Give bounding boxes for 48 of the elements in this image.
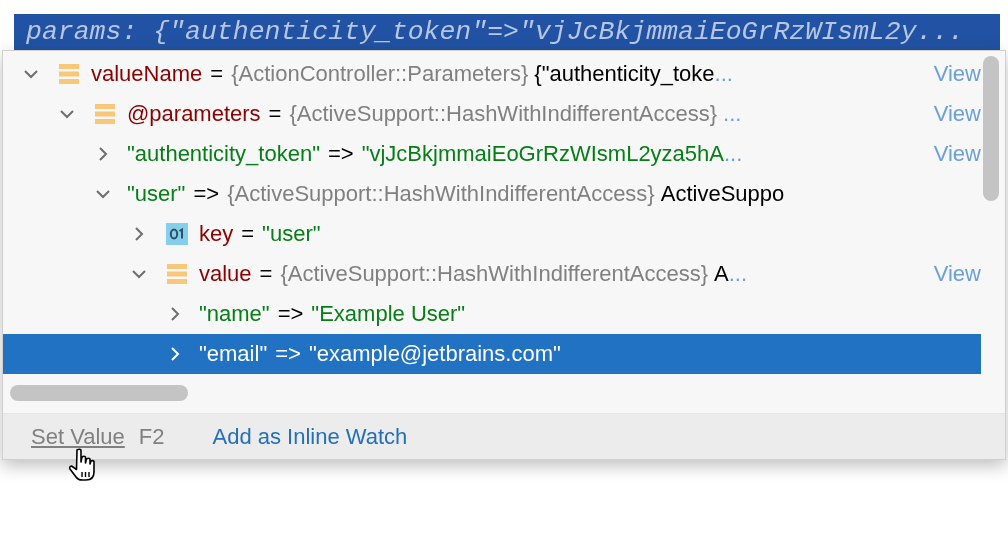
tree-row[interactable]: @parameters = {ActiveSupport::HashWithIndifferentAccess} ... View bbox=[3, 94, 981, 134]
operator-text: => bbox=[193, 181, 220, 207]
variable-name: "email" bbox=[199, 341, 268, 367]
operator-text: = bbox=[268, 101, 282, 127]
tree-row[interactable]: "email" => "example@jetbrains.com" bbox=[3, 334, 981, 374]
value-text: A bbox=[714, 261, 729, 287]
operator-text: => bbox=[275, 341, 301, 367]
tree-row[interactable]: key = "user" bbox=[3, 214, 981, 254]
vertical-scrollbar[interactable] bbox=[983, 56, 999, 201]
operator-text: => bbox=[327, 141, 354, 167]
value-text: {"authenticity_toke bbox=[534, 61, 715, 87]
tree-row[interactable]: "name" => "Example User" bbox=[3, 294, 981, 334]
object-icon bbox=[94, 103, 116, 125]
operator-text: => bbox=[277, 301, 304, 327]
variable-name: @parameters bbox=[127, 101, 261, 127]
type-label: {ActiveSupport::HashWithIndifferentAccess} bbox=[280, 261, 709, 287]
ellipsis-text: ... bbox=[714, 61, 733, 87]
ellipsis-text: ... bbox=[724, 141, 743, 167]
ellipsis-text: ... bbox=[723, 101, 742, 127]
value-text: "vjJcBkjmmaiEoGrRzWIsmL2yza5hA bbox=[361, 141, 724, 167]
variable-name: "user" bbox=[127, 181, 186, 207]
value-text: "user" bbox=[262, 221, 321, 247]
tree-row[interactable]: "authenticity_token" => "vjJcBkjmmaiEoGrRzWIsmL2yza5hA... View bbox=[3, 134, 981, 174]
variable-name: key bbox=[199, 221, 234, 247]
type-label: {ActiveSupport::HashWithIndifferentAccess} bbox=[227, 181, 655, 207]
operator-text: = bbox=[210, 61, 224, 87]
type-label: {ActiveSupport::HashWithIndifferentAccess} bbox=[289, 101, 718, 127]
variable-name: value bbox=[199, 261, 252, 287]
object-icon bbox=[58, 63, 80, 85]
value-text: ActiveSuppo bbox=[660, 181, 785, 207]
header-text: params: {"authenticity_token"=>"vjJcBkjmmaiEoGrRzWIsmL2y... bbox=[26, 17, 965, 47]
variable-name: "authenticity_token" bbox=[127, 141, 320, 167]
type-label: {ActionController::Parameters} bbox=[231, 61, 529, 87]
horizontal-scrollbar[interactable] bbox=[10, 385, 188, 401]
operator-text: = bbox=[259, 261, 273, 287]
object-icon bbox=[166, 263, 188, 285]
value-text: "example@jetbrains.com" bbox=[308, 341, 561, 367]
value-text: "Example User" bbox=[311, 301, 466, 327]
tree-row[interactable]: "user" => {ActiveSupport::HashWithIndifferentAccess} ActiveSuppo bbox=[3, 174, 981, 214]
variable-name: valueName bbox=[91, 61, 203, 87]
tree-row[interactable]: valueName = {ActionController::Parameters} {"authenticity_toke... View bbox=[3, 54, 981, 94]
primitive-icon bbox=[166, 223, 188, 245]
operator-text: = bbox=[241, 221, 255, 247]
tree-row[interactable]: value = {ActiveSupport::HashWithIndifferentAccess} A... View bbox=[3, 254, 981, 294]
variable-name: "name" bbox=[199, 301, 270, 327]
inline-watch-link[interactable]: Add as Inline Watch bbox=[212, 423, 408, 450]
ellipsis-text: ... bbox=[728, 261, 748, 287]
shortcut-text: F2 bbox=[138, 423, 165, 450]
